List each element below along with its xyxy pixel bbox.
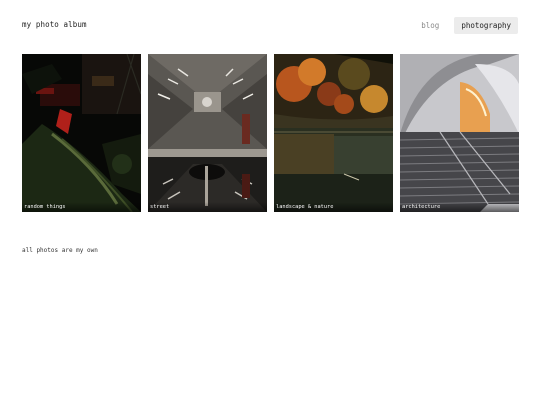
photo-landscape-nature (274, 54, 393, 212)
photo-gallery: random things street landscape & nature … (22, 54, 519, 212)
photo-architecture (400, 54, 519, 212)
gallery-card-landscape-nature[interactable]: landscape & nature (274, 54, 393, 212)
gallery-caption: street (148, 202, 267, 212)
gallery-card-architecture[interactable]: architecture (400, 54, 519, 212)
nav-link-blog[interactable]: blog (414, 17, 446, 34)
nav-link-photography[interactable]: photography (454, 17, 518, 34)
photo-random-things (22, 54, 141, 212)
gallery-caption: random things (22, 202, 141, 212)
site-title[interactable]: my photo album (22, 20, 87, 29)
top-nav: blog photography (414, 17, 518, 34)
gallery-card-street[interactable]: street (148, 54, 267, 212)
footer-note: all photos are my own (22, 247, 98, 254)
photo-street (148, 54, 267, 212)
gallery-caption: architecture (400, 202, 519, 212)
gallery-card-random-things[interactable]: random things (22, 54, 141, 212)
gallery-caption: landscape & nature (274, 202, 393, 212)
